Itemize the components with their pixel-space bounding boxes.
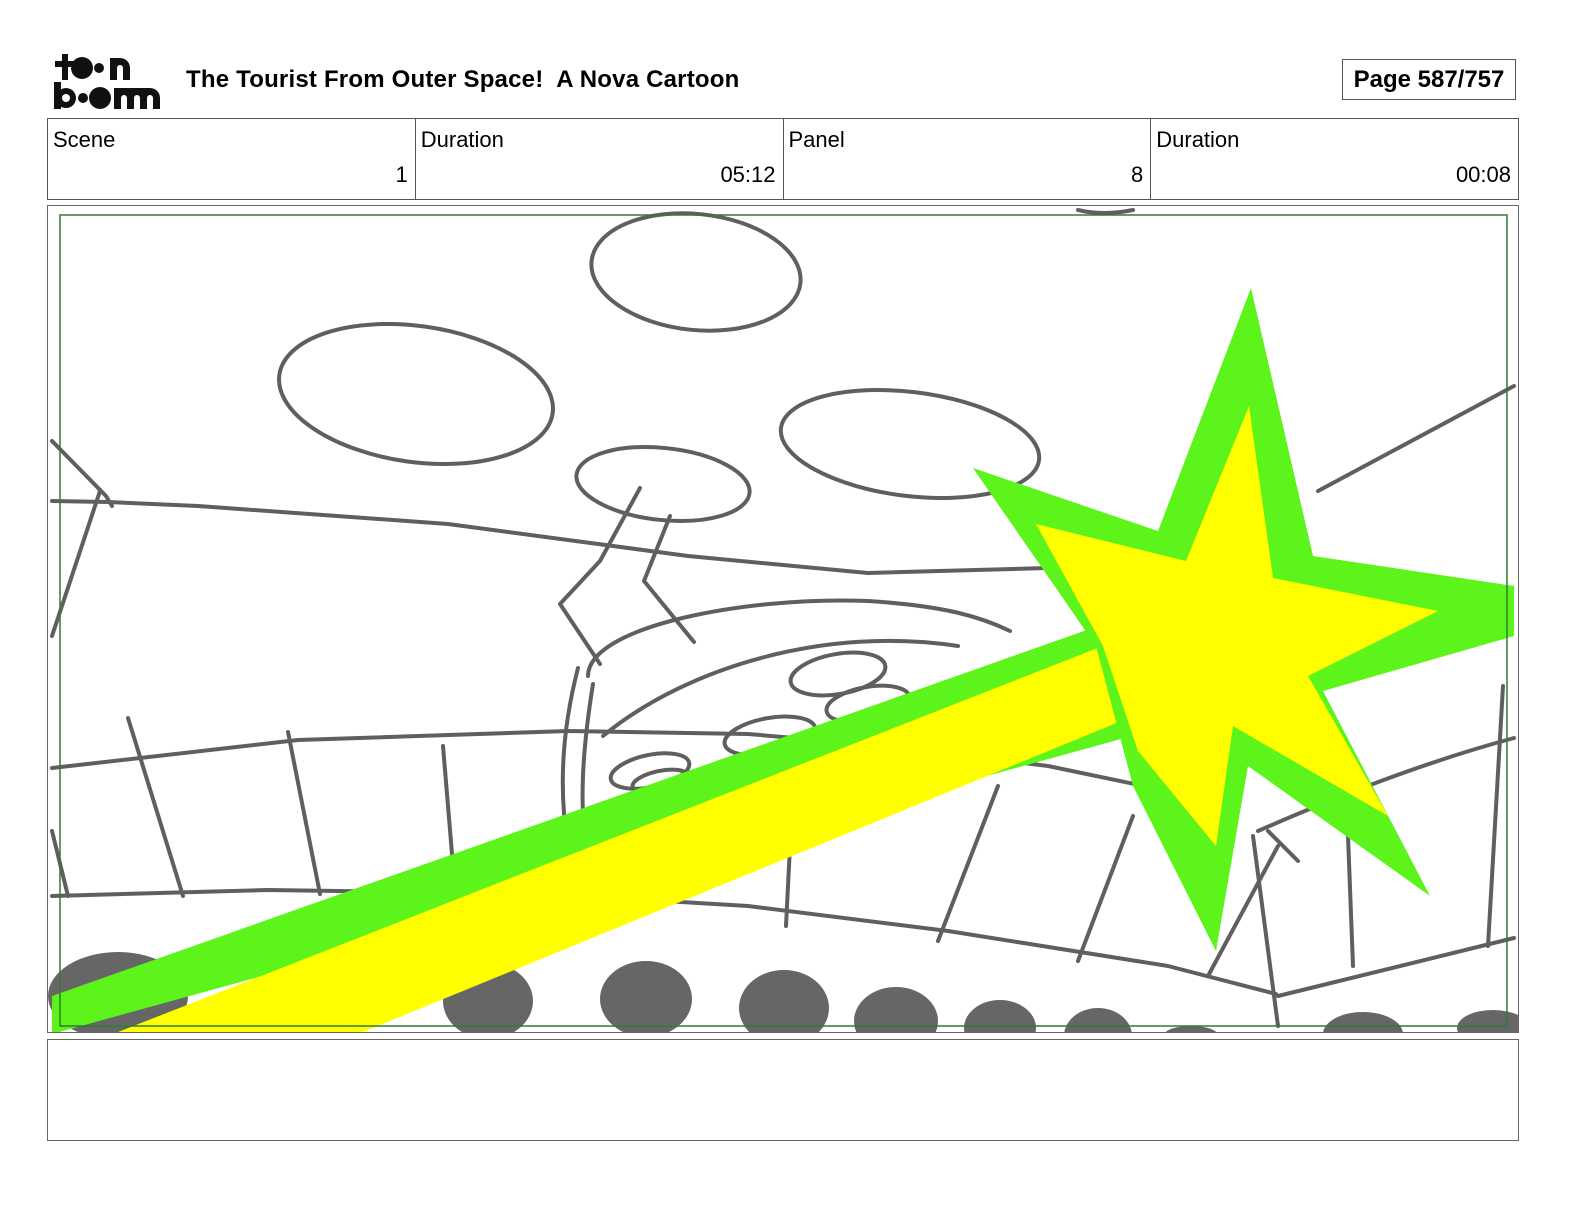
panel-duration-label: Duration (1156, 127, 1240, 152)
panel-label: Panel (788, 127, 845, 152)
scene-duration-label: Duration (420, 127, 504, 152)
panel-duration-value: 00:08 (1455, 162, 1511, 187)
storyboard-panel (47, 205, 1519, 1033)
panel-value: 8 (1131, 162, 1144, 187)
scene-duration-cell: Duration 05:12 (416, 119, 784, 199)
panel-cell: Panel 8 (784, 119, 1152, 199)
panel-duration-cell: Duration 00:08 (1151, 119, 1518, 199)
scene-info-table: Scene 1 Duration 05:12 Panel 8 Duration … (47, 118, 1519, 200)
scene-cell: Scene 1 (48, 119, 416, 199)
panel-notes (47, 1039, 1519, 1141)
page-number: Page 587/757 (1342, 59, 1516, 100)
document-title: The Tourist From Outer Space! A Nova Car… (186, 66, 740, 93)
scene-value: 1 (395, 162, 408, 187)
scene-duration-value: 05:12 (720, 162, 776, 187)
panel-sketch (48, 208, 1518, 1032)
toon-boom-logo (52, 52, 164, 110)
scene-label: Scene (53, 127, 116, 152)
